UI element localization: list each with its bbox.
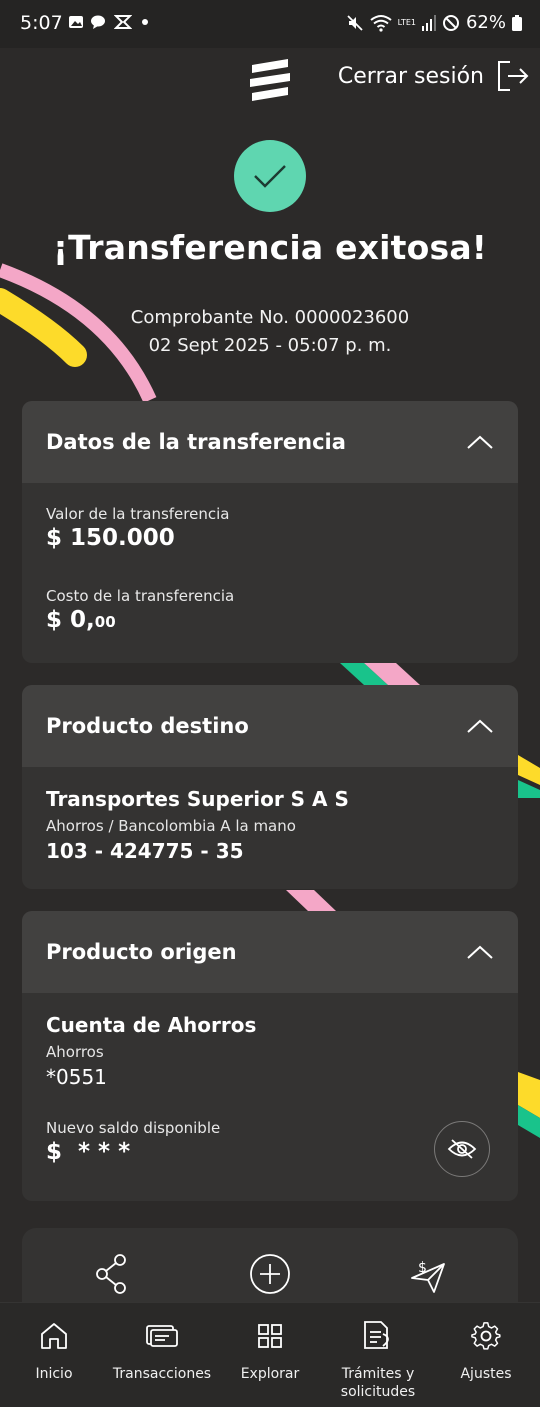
destination-product-card: Producto destino Transportes Superior S … [22, 685, 518, 889]
wifi-icon [369, 14, 392, 32]
transfer-cost-main: $ 0, [46, 607, 95, 633]
destination-type: Ahorros / Bancolombia A la mano [46, 817, 296, 835]
card-title: Producto destino [46, 714, 249, 738]
mute-icon [346, 14, 363, 31]
transfer-data-card: Datos de la transferencia Valor de la tr… [22, 401, 518, 663]
battery-icon [512, 14, 522, 31]
plus-circle-icon [250, 1254, 290, 1294]
page-title: ¡Transferencia exitosa! [52, 228, 488, 267]
nav-label: Explorar [240, 1366, 300, 1382]
share-icon [96, 1254, 126, 1294]
card-title: Datos de la transferencia [46, 430, 346, 454]
documents-icon [364, 1321, 389, 1349]
transactions-icon [146, 1325, 178, 1347]
destination-product-header[interactable]: Producto destino [22, 685, 518, 767]
nav-item-procedures[interactable]: Trámites y solicitudes [324, 1303, 432, 1407]
transfer-cost-label: Costo de la transferencia [46, 587, 235, 605]
eye-off-icon [447, 1139, 477, 1159]
status-time: 5:07 [20, 12, 63, 34]
logout-button[interactable]: Cerrar sesión [338, 60, 530, 92]
send-money-icon: $ [411, 1260, 445, 1293]
destination-name: Transportes Superior S A S [46, 787, 349, 811]
send-money-button[interactable]: $ [406, 1252, 450, 1296]
chevron-up-icon [467, 945, 493, 959]
nav-item-home[interactable]: Inicio [0, 1303, 108, 1407]
nav-label: Transacciones [112, 1366, 212, 1382]
gear-icon [471, 1322, 501, 1350]
origin-name: Cuenta de Ahorros [46, 1013, 257, 1037]
grid-icon [258, 1324, 282, 1348]
nav-item-explore[interactable]: Explorar [216, 1303, 324, 1407]
chat-icon [91, 15, 105, 29]
balance-label: Nuevo saldo disponible [46, 1119, 221, 1137]
origin-product-card: Producto origen Cuenta de Ahorros Ahorro… [22, 911, 518, 1201]
transfer-data-header[interactable]: Datos de la transferencia [22, 401, 518, 483]
voucher-info: Comprobante No. 0000023600 02 Sept 2025 … [0, 304, 540, 360]
nav-item-transactions[interactable]: Transacciones [108, 1303, 216, 1407]
origin-account: *0551 [46, 1065, 107, 1089]
card-title: Producto origen [46, 940, 237, 964]
origin-product-header[interactable]: Producto origen [22, 911, 518, 993]
svg-text:$: $ [418, 1260, 427, 1276]
voucher-number: Comprobante No. 0000023600 [130, 307, 410, 328]
share-button[interactable] [90, 1252, 134, 1296]
transfer-cost-cents: 00 [94, 613, 116, 631]
nav-label: Ajustes [460, 1366, 512, 1382]
origin-type: Ahorros [46, 1043, 104, 1061]
home-icon [41, 1323, 67, 1349]
transfer-value-label: Valor de la transferencia [46, 505, 230, 523]
network-label: LTE1 [397, 18, 416, 27]
transfer-cost: $ 0,00 [46, 607, 494, 633]
dot-icon [142, 19, 148, 25]
transfer-value: $ 150.000 [46, 525, 175, 551]
nav-item-settings[interactable]: Ajustes [432, 1303, 540, 1407]
image-icon [69, 16, 83, 28]
app-icon [114, 15, 132, 29]
check-icon [254, 165, 286, 188]
bottom-navigation: Inicio Transacciones Explorar Trámites y… [0, 1302, 540, 1407]
nav-label: Trámites y solicitudes [340, 1366, 416, 1400]
do-not-disturb-icon [442, 14, 459, 31]
voucher-datetime: 02 Sept 2025 - 05:07 p. m. [148, 335, 392, 356]
battery-percent: 62% [465, 12, 506, 33]
toggle-balance-button[interactable] [434, 1121, 490, 1177]
signal-icon [421, 14, 436, 31]
chevron-up-icon [467, 719, 493, 733]
success-badge [234, 140, 306, 212]
destination-account: 103 - 424775 - 35 [46, 839, 244, 863]
balance-masked: $ * * * [46, 1139, 131, 1165]
new-transfer-button[interactable] [248, 1252, 292, 1296]
nav-label: Inicio [35, 1366, 73, 1382]
status-bar: 5:07 LTE1 62% [0, 0, 540, 48]
bank-logo [250, 59, 290, 101]
chevron-up-icon [467, 435, 493, 449]
logout-label: Cerrar sesión [337, 63, 484, 89]
logout-icon [498, 61, 529, 91]
